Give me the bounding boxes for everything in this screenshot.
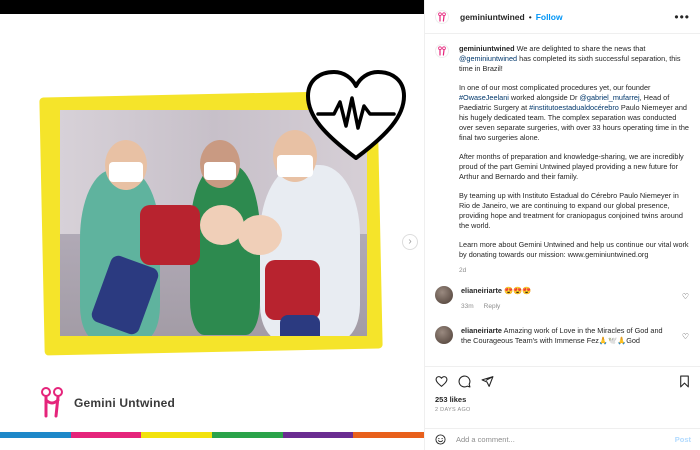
caption-body: geminiuntwined We are delighted to share… xyxy=(459,44,691,286)
comments-scroll-area[interactable]: geminiuntwined We are delighted to share… xyxy=(425,34,700,366)
post-date[interactable]: 2 DAYS AGO xyxy=(435,407,691,413)
avatar[interactable] xyxy=(435,9,449,24)
post-details-panel: geminiuntwined • Follow ••• geminiuntwin… xyxy=(424,0,700,450)
comment-body: elianeiriarte Amazing work of Love in th… xyxy=(461,326,691,346)
caption-paragraph: geminiuntwined We are delighted to share… xyxy=(459,44,691,74)
comment: elianeiriarte 😍😍😍 33m Reply ♡ xyxy=(435,286,691,312)
stripe xyxy=(212,432,283,438)
caption-paragraph: After months of preparation and knowledg… xyxy=(459,152,684,181)
mention-link[interactable]: @geminiuntwined xyxy=(459,54,517,63)
caption-text: In one of our most complicated procedure… xyxy=(459,83,651,92)
gemini-untwined-logo-icon xyxy=(438,46,446,56)
like-comment-icon[interactable]: ♡ xyxy=(682,292,689,302)
post-image[interactable]: Gemini Untwined › xyxy=(0,14,424,450)
caption-text: We are delighted to share the news that xyxy=(514,44,646,53)
caption-paragraph: By teaming up with Instituto Estadual do… xyxy=(459,191,683,230)
caption-paragraph: In one of our most complicated procedure… xyxy=(459,83,691,143)
avatar[interactable] xyxy=(435,286,453,304)
stripe xyxy=(141,432,213,438)
caption-timestamp[interactable]: 2d xyxy=(459,266,691,276)
stripe xyxy=(70,432,142,438)
post-media[interactable]: Gemini Untwined › xyxy=(0,0,425,450)
emoji-icon[interactable] xyxy=(435,434,446,445)
brand-lockup: Gemini Untwined xyxy=(38,386,175,420)
bookmark-icon[interactable] xyxy=(678,375,691,388)
gemini-untwined-logo-icon xyxy=(41,387,63,418)
heart-heartbeat-icon xyxy=(306,70,406,160)
comment-username[interactable]: elianeiriarte xyxy=(461,286,502,295)
share-icon[interactable] xyxy=(481,375,494,388)
caption-username[interactable]: geminiuntwined xyxy=(459,44,515,53)
follow-button[interactable]: Follow xyxy=(536,12,563,22)
reply-button[interactable]: Reply xyxy=(484,303,501,310)
action-icons xyxy=(435,373,691,389)
stripe xyxy=(0,432,71,438)
stripe xyxy=(282,432,354,438)
hashtag-link[interactable]: #OwaseJeelani xyxy=(459,93,509,102)
brand-name: Gemini Untwined xyxy=(74,396,176,410)
caption: geminiuntwined We are delighted to share… xyxy=(435,44,691,286)
avatar[interactable] xyxy=(435,44,449,58)
like-heart-icon[interactable] xyxy=(435,375,448,388)
likes-count[interactable]: 253 likes xyxy=(435,395,691,404)
color-stripes xyxy=(0,432,425,438)
post-header: geminiuntwined • Follow ••• xyxy=(425,0,700,34)
chevron-right-icon: › xyxy=(408,236,412,247)
post-comment-button[interactable]: Post xyxy=(675,435,691,444)
add-comment-bar: Post xyxy=(425,428,700,450)
comment-icon[interactable] xyxy=(458,375,471,388)
mention-link[interactable]: @gabriel_mufarrej xyxy=(579,93,639,102)
comment-time[interactable]: 33m xyxy=(461,303,474,310)
action-bar: 253 likes 2 DAYS AGO xyxy=(425,366,700,422)
caption-text: worked alongside Dr xyxy=(508,93,580,102)
stripe xyxy=(353,432,425,438)
comment-text: 😍😍😍 xyxy=(501,286,532,295)
caption-paragraph: Learn more about Gemini Untwined and hel… xyxy=(459,240,689,259)
comment-body: elianeiriarte 😍😍😍 33m Reply xyxy=(461,286,691,312)
comment-username[interactable]: elianeiriarte xyxy=(461,326,502,335)
comment-input[interactable] xyxy=(456,435,675,444)
avatar[interactable] xyxy=(435,326,453,344)
gemini-untwined-logo-icon xyxy=(438,11,446,22)
more-options-icon[interactable]: ••• xyxy=(674,10,690,24)
like-comment-icon[interactable]: ♡ xyxy=(682,332,689,342)
comment-meta: 33m Reply xyxy=(461,302,673,312)
next-slide-button[interactable]: › xyxy=(402,234,418,250)
comment: elianeiriarte Amazing work of Love in th… xyxy=(435,326,691,346)
header-username[interactable]: geminiuntwined xyxy=(460,12,525,22)
hashtag-link[interactable]: #institutoestadualdocérebro xyxy=(529,103,619,112)
separator-dot: • xyxy=(528,11,532,22)
